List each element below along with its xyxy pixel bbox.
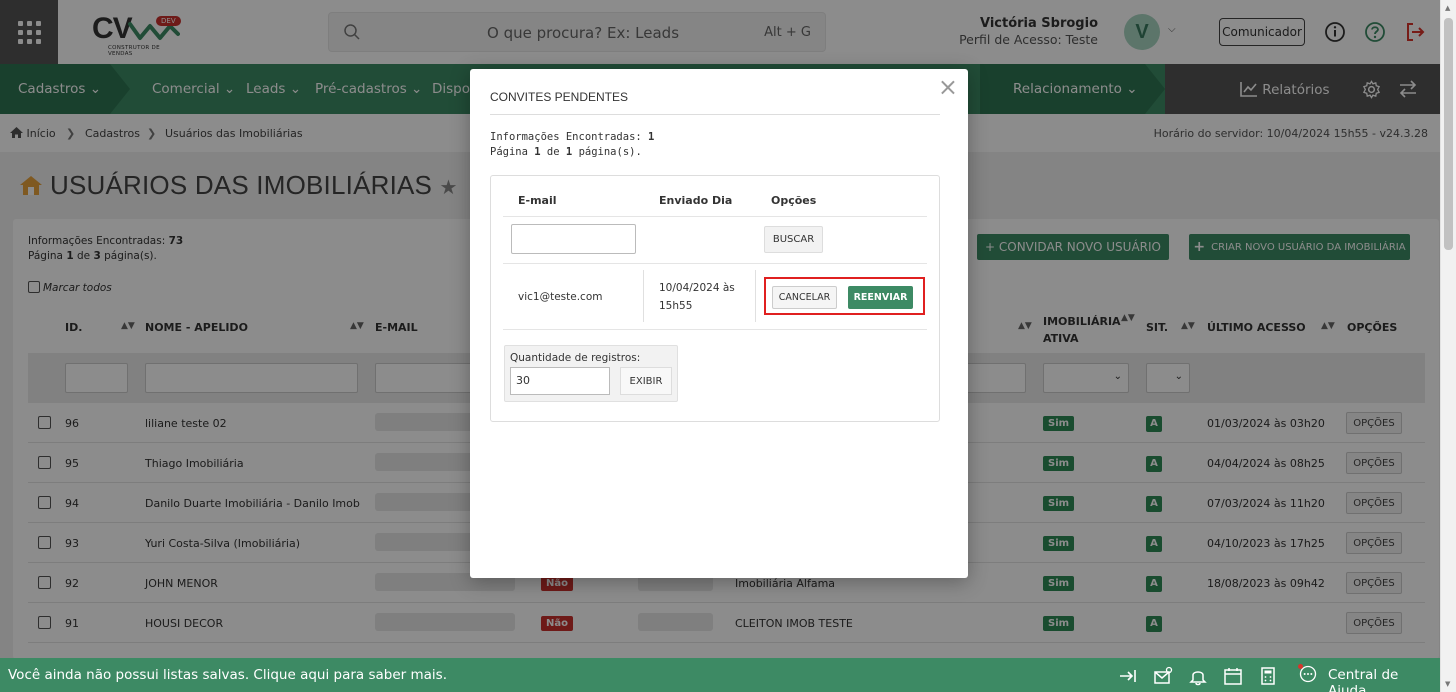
bottom-bar: Você ainda não possui listas salvas. Cli… <box>0 658 1440 692</box>
divider <box>503 329 927 330</box>
scroll-up-icon[interactable]: ▲ <box>1445 4 1450 12</box>
invites-table: E-mail Enviado Dia Opções BUSCAR vic1@te… <box>490 175 940 422</box>
invite-sent-date: 10/04/2024 às <box>659 282 735 294</box>
scroll-down-icon[interactable]: ▼ <box>1445 680 1450 688</box>
saved-lists-message[interactable]: Você ainda não possui listas salvas. Cli… <box>8 667 447 683</box>
modal-title: CONVITES PENDENTES <box>490 90 629 104</box>
page-scrollbar[interactable]: ▲ ▼ <box>1440 0 1456 692</box>
records-label: Quantidade de registros: <box>510 352 641 364</box>
col-email: E-mail <box>518 194 557 207</box>
help-center-link[interactable]: Central de Ajuda <box>1328 667 1440 692</box>
chat-help-icon[interactable] <box>1298 664 1318 684</box>
mail-bell-icon[interactable] <box>1153 666 1173 686</box>
records-input[interactable]: 30 <box>510 367 610 395</box>
calendar-icon[interactable] <box>1223 666 1243 686</box>
show-button[interactable]: EXIBIR <box>620 367 672 395</box>
divider <box>503 263 927 264</box>
col-options: Opções <box>771 194 817 207</box>
records-per-page: Quantidade de registros: 30 EXIBIR <box>504 345 678 402</box>
collapse-right-icon[interactable] <box>1118 666 1138 686</box>
scroll-thumb[interactable] <box>1444 18 1453 250</box>
invite-sent-time: 15h55 <box>659 300 693 312</box>
pending-invites-modal: × CONVITES PENDENTES Informações Encontr… <box>470 69 968 578</box>
divider <box>503 216 927 217</box>
col-sent-date: Enviado Dia <box>659 194 733 207</box>
modal-info-found: Informações Encontradas: 1 <box>490 131 655 143</box>
divider <box>643 270 644 322</box>
modal-pagination-info: Página 1 de 1 página(s). <box>490 146 642 158</box>
cancel-invite-button[interactable]: CANCELAR <box>772 286 837 309</box>
resend-invite-button[interactable]: REENVIAR <box>848 286 913 309</box>
search-button[interactable]: BUSCAR <box>764 226 823 253</box>
calculator-icon[interactable] <box>1258 666 1278 686</box>
divider <box>490 114 940 115</box>
close-icon[interactable]: × <box>938 75 958 99</box>
divider <box>755 270 756 322</box>
invite-email: vic1@teste.com <box>518 291 603 303</box>
bell-icon[interactable] <box>1188 666 1208 686</box>
email-filter-input[interactable] <box>511 224 636 254</box>
